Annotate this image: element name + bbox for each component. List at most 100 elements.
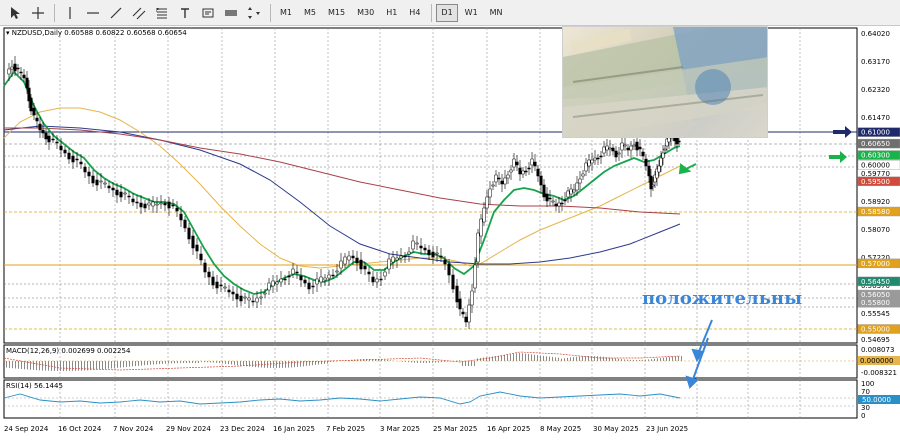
- macd-bar: [489, 356, 490, 361]
- macd-bar: [144, 361, 145, 366]
- timeframe-m5[interactable]: M5: [299, 4, 321, 22]
- macd-bar: [228, 361, 229, 365]
- macd-bar: [207, 361, 208, 363]
- candle-body: [295, 271, 299, 274]
- chart-menu-icon[interactable]: ▾: [6, 29, 10, 37]
- candle-body: [119, 191, 123, 198]
- timeframe-mn[interactable]: MN: [485, 4, 508, 22]
- macd-bar: [63, 361, 64, 371]
- vertical-line-icon[interactable]: [59, 3, 81, 23]
- crosshair-icon[interactable]: [27, 3, 49, 23]
- macd-bar: [426, 361, 427, 363]
- candle-body: [423, 247, 427, 251]
- macd-bar: [192, 361, 193, 364]
- date-tick: 16 Oct 2024: [58, 425, 102, 433]
- candle-body: [291, 268, 295, 275]
- candle-body: [275, 281, 279, 285]
- macd-bar: [519, 353, 520, 361]
- candle-body: [626, 147, 630, 151]
- candle-body: [351, 255, 355, 259]
- macd-bar: [147, 361, 148, 365]
- candle-body: [614, 150, 618, 158]
- rectangle-tool-icon[interactable]: [220, 3, 242, 23]
- macd-bar: [9, 361, 10, 368]
- candle-body: [223, 286, 227, 289]
- candle-body: [431, 251, 435, 258]
- candle-body: [632, 144, 636, 147]
- trendline-icon[interactable]: [105, 3, 127, 23]
- chart-area[interactable]: 0.64020 0.63170 0.62320 0.61470 0.59770 …: [0, 26, 900, 442]
- macd-bar: [33, 361, 34, 370]
- candle-body: [677, 140, 681, 143]
- candle-body: [175, 207, 179, 212]
- date-tick: 16 Jan 2025: [273, 425, 315, 433]
- timeframe-m30[interactable]: M30: [352, 4, 379, 22]
- candle-body: [139, 202, 143, 208]
- equidistant-channel-icon[interactable]: [128, 3, 150, 23]
- candle-body: [605, 145, 609, 151]
- macd-tick: 0.008073: [861, 346, 894, 354]
- macd-bar: [174, 361, 175, 364]
- macd-bar: [105, 361, 106, 369]
- candle-body: [32, 107, 36, 116]
- candle-body: [207, 271, 211, 278]
- price-tick: 0.58070: [861, 226, 890, 234]
- macd-bar: [390, 360, 391, 361]
- candle-body: [485, 196, 489, 209]
- candle-body: [311, 285, 315, 288]
- macd-bar: [549, 356, 550, 361]
- macd-bar: [39, 361, 40, 371]
- macd-bar: [567, 357, 568, 361]
- timeframe-h1[interactable]: H1: [381, 4, 402, 22]
- arrows-tool-icon[interactable]: [243, 3, 265, 23]
- candle-body: [635, 141, 639, 151]
- price-tick: 0.61470: [861, 114, 890, 122]
- macd-bar: [618, 358, 619, 361]
- candle-body: [545, 193, 549, 202]
- macd-bar: [42, 361, 43, 371]
- fibonacci-icon[interactable]: F: [151, 3, 173, 23]
- candle-body: [620, 142, 624, 151]
- candle-body: [127, 195, 131, 198]
- timeframe-m15[interactable]: M15: [323, 4, 350, 22]
- candle-body: [578, 178, 582, 184]
- candle-body: [542, 184, 546, 198]
- timeframe-w1[interactable]: W1: [460, 4, 483, 22]
- price-badge-label: 0.55800: [861, 299, 890, 307]
- timeframe-m1[interactable]: M1: [275, 4, 297, 22]
- text-tool-icon[interactable]: [174, 3, 196, 23]
- candle-body: [135, 201, 139, 204]
- candle-body: [391, 256, 395, 263]
- candle-body: [479, 218, 483, 237]
- timeframe-d1[interactable]: D1: [436, 3, 458, 22]
- candle-body: [163, 202, 167, 206]
- candle-body: [91, 175, 95, 184]
- label-tool-icon[interactable]: [197, 3, 219, 23]
- candle-body: [581, 173, 585, 177]
- macd-bar: [54, 361, 55, 371]
- macd-bar: [171, 361, 172, 364]
- macd-bar: [540, 355, 541, 361]
- timeframe-h4[interactable]: H4: [404, 4, 425, 22]
- horizontal-line-icon[interactable]: [82, 3, 104, 23]
- candle-body: [473, 264, 477, 289]
- macd-bar: [168, 361, 169, 364]
- candle-body: [403, 255, 407, 258]
- date-tick: 16 Apr 2025: [487, 425, 530, 433]
- date-tick: 7 Nov 2024: [113, 425, 154, 433]
- candle-body: [464, 316, 468, 323]
- cursor-icon[interactable]: [4, 3, 26, 23]
- candle-body: [415, 242, 419, 245]
- macd-bar: [141, 361, 142, 366]
- macd-bar: [15, 361, 16, 369]
- toolbar-separator: [54, 3, 55, 22]
- candle-body: [500, 180, 504, 185]
- candle-body: [251, 300, 255, 303]
- macd-bar: [507, 354, 508, 361]
- candle-body: [608, 147, 612, 150]
- rsi-tick: 100: [861, 380, 874, 388]
- macd-bar: [501, 355, 502, 361]
- macd-bar: [150, 361, 151, 365]
- macd-bar: [258, 361, 259, 368]
- candle-body: [19, 71, 23, 74]
